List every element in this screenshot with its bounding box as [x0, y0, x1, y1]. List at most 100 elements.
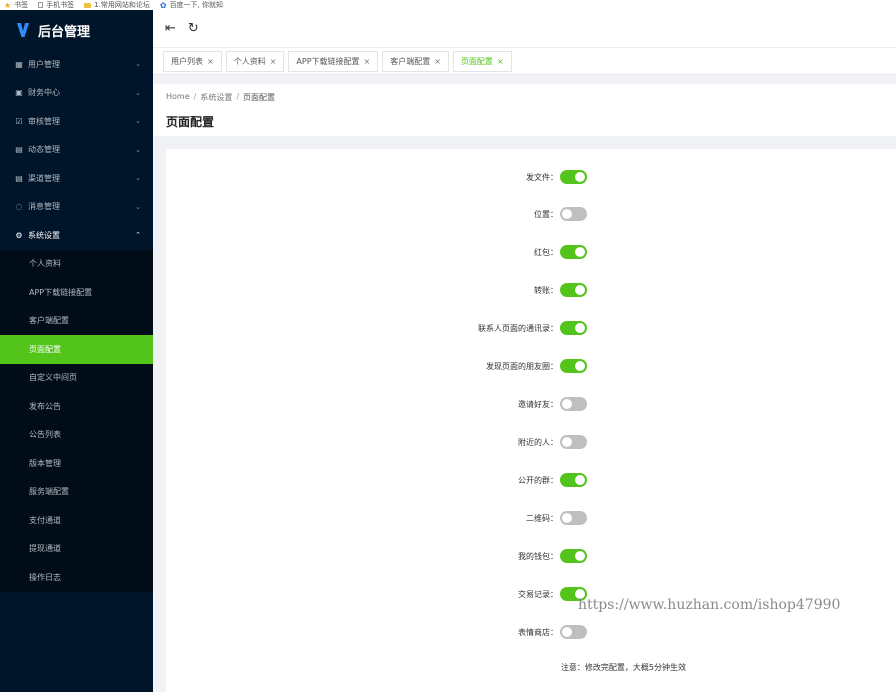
toggle-knob	[562, 627, 572, 637]
bookmark-item[interactable]: ✿ 百度一下, 你就知	[159, 0, 224, 10]
toggle-knob	[575, 285, 585, 295]
sidebar-menu-item[interactable]: ◌ 消息管理 ⌄	[0, 193, 153, 222]
sidebar-subitem[interactable]: 服务端配置	[0, 478, 153, 507]
setting-label-text: 邀请好友	[518, 399, 550, 409]
sidebar-subitem[interactable]: 自定义中间页	[0, 364, 153, 393]
breadcrumb-system-settings[interactable]: 系统设置	[200, 92, 232, 103]
setting-toggle[interactable]	[560, 625, 587, 639]
close-icon[interactable]: ×	[270, 57, 277, 66]
bookmark-item[interactable]: 1.常用网站和论坛	[84, 1, 150, 9]
sidebar-subitem[interactable]: 页面配置	[0, 335, 153, 364]
setting-label: 转账：	[534, 285, 558, 296]
chevron-down-icon: ⌄	[135, 174, 141, 183]
sidebar-menu-label: 渠道管理	[28, 173, 60, 183]
setting-row: 二维码：	[166, 511, 587, 525]
setting-label-text: 联系人页面的通讯录	[478, 323, 550, 333]
setting-label: 附近的人：	[518, 437, 558, 448]
sidebar-menu-label: 消息管理	[28, 202, 60, 212]
setting-toggle[interactable]	[560, 473, 587, 487]
watermark-text: https://www.huzhan.com/ishop47990	[578, 597, 841, 613]
setting-row: 我的钱包：	[166, 549, 587, 563]
sidebar-subitem[interactable]: 提现通道	[0, 535, 153, 564]
page-tab[interactable]: 用户列表 ×	[163, 50, 222, 72]
page-tab[interactable]: 个人资料 ×	[225, 50, 285, 72]
page-title: 页面配置	[166, 115, 215, 129]
close-icon[interactable]: ×	[434, 57, 441, 66]
close-icon[interactable]: ×	[207, 57, 214, 66]
bookmark-item[interactable]: 手机书签	[38, 1, 74, 9]
setting-label: 红包：	[534, 247, 558, 258]
setting-label-text: 发文件	[526, 172, 550, 182]
setting-label-text: 公开的群	[518, 475, 550, 485]
breadcrumb-separator: /	[236, 92, 240, 101]
setting-row: 附近的人：	[166, 435, 587, 449]
sidebar-subitem[interactable]: 支付通道	[0, 506, 153, 535]
setting-toggle[interactable]	[560, 283, 587, 297]
setting-row: 表情商店：	[166, 625, 587, 639]
tab-label: 客户端配置	[390, 56, 431, 66]
setting-row: 红包：	[166, 245, 587, 259]
sidebar-subitem[interactable]: 客户端配置	[0, 307, 153, 336]
tab-bar: 用户列表 × 个人资料 × APP下载链接配置 × 客户端配置 × 页面配置 ×	[153, 48, 896, 75]
bookmark-label: 百度一下, 你就知	[169, 0, 224, 9]
setting-toggle[interactable]	[560, 359, 587, 373]
close-icon[interactable]: ×	[364, 57, 371, 66]
collapse-menu-icon[interactable]: ⇤	[165, 22, 176, 35]
sidebar-menu: ▦ 用户管理 ⌄ ▣ 财务中心 ⌄ ☑ 审核管理 ⌄ ▤ 动态管理 ⌄ ▤ 渠道管理 ⌄ ◌ 消息管理 ⌄ ⚙ 系统设…	[0, 50, 153, 250]
setting-toggle[interactable]	[560, 549, 587, 563]
sidebar-subitem[interactable]: 版本管理	[0, 449, 153, 478]
setting-toggle[interactable]	[560, 321, 587, 335]
sidebar-menu-item[interactable]: ☑ 审核管理 ⌄	[0, 107, 153, 136]
setting-label: 公开的群：	[518, 475, 558, 486]
page-tab[interactable]: 页面配置 ×	[452, 50, 512, 72]
refresh-icon[interactable]: ↻	[188, 22, 199, 35]
setting-toggle[interactable]	[560, 397, 587, 411]
setting-row: 发现页面的朋友圈：	[166, 359, 587, 373]
logo[interactable]: 后台管理	[0, 10, 153, 50]
gear-icon: ⚙	[15, 230, 23, 240]
sidebar-menu-item[interactable]: ▤ 动态管理 ⌄	[0, 136, 153, 165]
setting-label-text: 交易记录	[518, 589, 550, 599]
app-title: 后台管理	[38, 24, 91, 40]
close-icon[interactable]: ×	[497, 57, 504, 66]
breadcrumb-home[interactable]: Home	[166, 92, 190, 103]
label-colon: ：	[550, 399, 558, 409]
sidebar-subitem[interactable]: 公告列表	[0, 421, 153, 450]
sidebar-menu-item[interactable]: ▤ 渠道管理 ⌄	[0, 164, 153, 193]
sidebar-menu-item[interactable]: ▣ 财务中心 ⌄	[0, 79, 153, 108]
setting-toggle[interactable]	[560, 435, 587, 449]
sidebar-subitem[interactable]: 发布公告	[0, 392, 153, 421]
bookmark-item[interactable]: ★ 书签	[4, 1, 28, 9]
setting-row: 联系人页面的通讯录：	[166, 321, 587, 335]
setting-toggle[interactable]	[560, 245, 587, 259]
doc-icon: ▤	[15, 173, 23, 183]
page-tab[interactable]: APP下载链接配置 ×	[288, 50, 379, 72]
chevron-up-icon: ⌃	[135, 231, 141, 240]
page-tab[interactable]: 客户端配置 ×	[382, 50, 449, 72]
logo-icon	[17, 23, 29, 37]
setting-label-text: 发现页面的朋友圈	[486, 361, 550, 371]
sidebar-menu-item[interactable]: ⚙ 系统设置 ⌃	[0, 221, 153, 250]
toggle-knob	[575, 247, 585, 257]
setting-label: 我的钱包：	[518, 551, 558, 562]
toggle-knob	[575, 172, 585, 182]
label-colon: ：	[550, 513, 558, 523]
label-colon: ：	[550, 627, 558, 637]
sidebar-subitem[interactable]: APP下载链接配置	[0, 278, 153, 307]
setting-toggle[interactable]	[560, 511, 587, 525]
sidebar-subitem[interactable]: 个人资料	[0, 250, 153, 279]
baidu-paw-icon: ✿	[159, 0, 167, 10]
setting-row: 邀请好友：	[166, 397, 587, 411]
label-colon: ：	[550, 285, 558, 295]
setting-row: 交易记录：	[166, 587, 587, 601]
setting-toggle[interactable]	[560, 170, 587, 184]
setting-label: 位置：	[534, 209, 558, 220]
sidebar-subitem[interactable]: 操作日志	[0, 563, 153, 592]
sidebar-menu-item[interactable]: ▦ 用户管理 ⌄	[0, 50, 153, 79]
setting-label: 发文件：	[526, 172, 558, 183]
toggle-knob	[575, 323, 585, 333]
setting-label: 发现页面的朋友圈：	[486, 361, 558, 372]
system-settings-submenu: 个人资料 APP下载链接配置 客户端配置 页面配置 自定义中间页 发布公告 公告列表 版本管理…	[0, 249, 153, 592]
toggle-knob	[562, 399, 572, 409]
setting-toggle[interactable]	[560, 207, 587, 221]
